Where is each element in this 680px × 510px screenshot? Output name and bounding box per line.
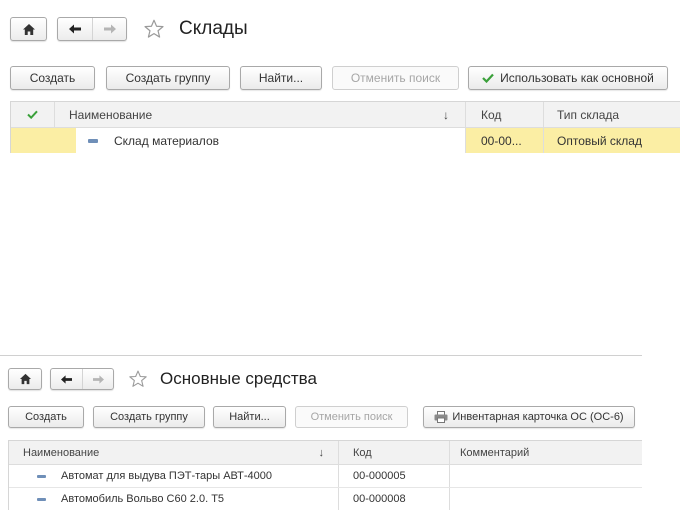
sort-arrow-icon: ↓ bbox=[443, 107, 449, 122]
printer-icon bbox=[434, 411, 448, 423]
use-as-main-label: Использовать как основной bbox=[500, 71, 654, 85]
table-header: Наименование ↓ Код Комментарий bbox=[9, 441, 642, 465]
inventory-card-button[interactable]: Инвентарная карточка ОС (ОС-6) bbox=[423, 406, 635, 428]
warehouses-table: Наименование ↓ Код Тип склада Склад мате… bbox=[10, 101, 680, 153]
type-column-header[interactable]: Тип склада bbox=[543, 102, 680, 127]
code-column-header[interactable]: Код bbox=[338, 441, 449, 464]
row-type: Оптовый склад bbox=[543, 128, 680, 153]
warehouses-titlebar: Склады bbox=[10, 17, 248, 41]
page-title: Склады bbox=[179, 18, 248, 39]
table-row[interactable]: Автомат для выдува ПЭТ-тары АВТ-4000 00-… bbox=[9, 465, 642, 488]
create-group-button[interactable]: Создать группу bbox=[93, 406, 205, 428]
sort-arrow-icon: ↓ bbox=[318, 446, 325, 459]
item-dash-icon bbox=[37, 474, 46, 478]
forward-button[interactable] bbox=[92, 18, 126, 40]
back-button[interactable] bbox=[51, 369, 82, 389]
item-dash-icon bbox=[37, 497, 46, 501]
fixed-assets-toolbar: Создать Создать группу Найти... Отменить… bbox=[8, 406, 635, 428]
table-header: Наименование ↓ Код Тип склада bbox=[11, 102, 680, 128]
comment-column-header[interactable]: Комментарий bbox=[449, 441, 642, 464]
favorite-button[interactable] bbox=[143, 18, 165, 40]
name-column-label: Наименование bbox=[23, 446, 100, 459]
star-icon bbox=[129, 370, 147, 387]
warehouses-form: Склады Создать Создать группу Найти... О… bbox=[0, 0, 680, 300]
page-title: Основные средства bbox=[160, 369, 317, 388]
home-icon bbox=[19, 373, 31, 385]
home-button[interactable] bbox=[10, 17, 47, 41]
fixed-assets-table: Наименование ↓ Код Комментарий Автомат д… bbox=[8, 440, 642, 510]
checkmark-icon bbox=[27, 110, 38, 119]
default-column-header[interactable] bbox=[11, 102, 54, 127]
favorite-button[interactable] bbox=[128, 369, 148, 389]
forward-button[interactable] bbox=[82, 369, 113, 389]
row-default-cell bbox=[11, 128, 54, 153]
back-arrow-icon bbox=[61, 374, 72, 384]
name-column-label: Наименование bbox=[69, 107, 153, 122]
row-name-cell: Склад материалов bbox=[76, 128, 465, 153]
use-as-main-button[interactable]: Использовать как основной bbox=[468, 66, 668, 90]
checkmark-icon bbox=[482, 73, 494, 83]
warehouses-toolbar: Создать Создать группу Найти... Отменить… bbox=[10, 66, 668, 90]
row-comment bbox=[449, 465, 642, 487]
row-name: Склад материалов bbox=[114, 133, 219, 148]
row-comment bbox=[449, 488, 642, 510]
name-column-header[interactable]: Наименование ↓ bbox=[9, 441, 338, 464]
fixed-assets-titlebar: Основные средства bbox=[8, 368, 317, 390]
row-name: Автомобиль Вольво С60 2.0. Т5 bbox=[61, 493, 225, 505]
back-button[interactable] bbox=[58, 18, 92, 40]
fixed-assets-form: Основные средства Создать Создать группу… bbox=[0, 355, 642, 510]
row-name-cell: Автомобиль Вольво С60 2.0. Т5 bbox=[9, 488, 338, 510]
cancel-search-button[interactable]: Отменить поиск bbox=[332, 66, 459, 90]
row-code: 00-000005 bbox=[338, 465, 449, 487]
create-group-button[interactable]: Создать группу bbox=[106, 66, 230, 90]
name-column-header[interactable]: Наименование ↓ bbox=[54, 102, 465, 127]
row-indent-cell bbox=[54, 128, 76, 153]
row-name-cell: Автомат для выдува ПЭТ-тары АВТ-4000 bbox=[9, 465, 338, 487]
find-button[interactable]: Найти... bbox=[213, 406, 286, 428]
row-code: 00-000008 bbox=[338, 488, 449, 510]
find-button[interactable]: Найти... bbox=[240, 66, 322, 90]
home-button[interactable] bbox=[8, 368, 42, 390]
code-column-header[interactable]: Код bbox=[465, 102, 543, 127]
row-name: Автомат для выдува ПЭТ-тары АВТ-4000 bbox=[61, 470, 273, 482]
history-nav bbox=[57, 17, 127, 41]
home-icon bbox=[22, 23, 35, 35]
table-row[interactable]: Склад материалов 00-00... Оптовый склад bbox=[11, 128, 680, 153]
cancel-search-button[interactable]: Отменить поиск bbox=[295, 406, 408, 428]
forward-arrow-icon bbox=[92, 374, 104, 384]
create-button[interactable]: Создать bbox=[8, 406, 84, 428]
inventory-card-label: Инвентарная карточка ОС (ОС-6) bbox=[452, 411, 624, 423]
star-icon bbox=[144, 19, 164, 38]
row-code: 00-00... bbox=[465, 128, 543, 153]
create-button[interactable]: Создать bbox=[10, 66, 95, 90]
history-nav bbox=[50, 368, 114, 390]
table-row[interactable]: Автомобиль Вольво С60 2.0. Т5 00-000008 bbox=[9, 488, 642, 510]
forward-arrow-icon bbox=[103, 24, 116, 34]
back-arrow-icon bbox=[69, 24, 81, 34]
item-dash-icon bbox=[88, 138, 98, 143]
